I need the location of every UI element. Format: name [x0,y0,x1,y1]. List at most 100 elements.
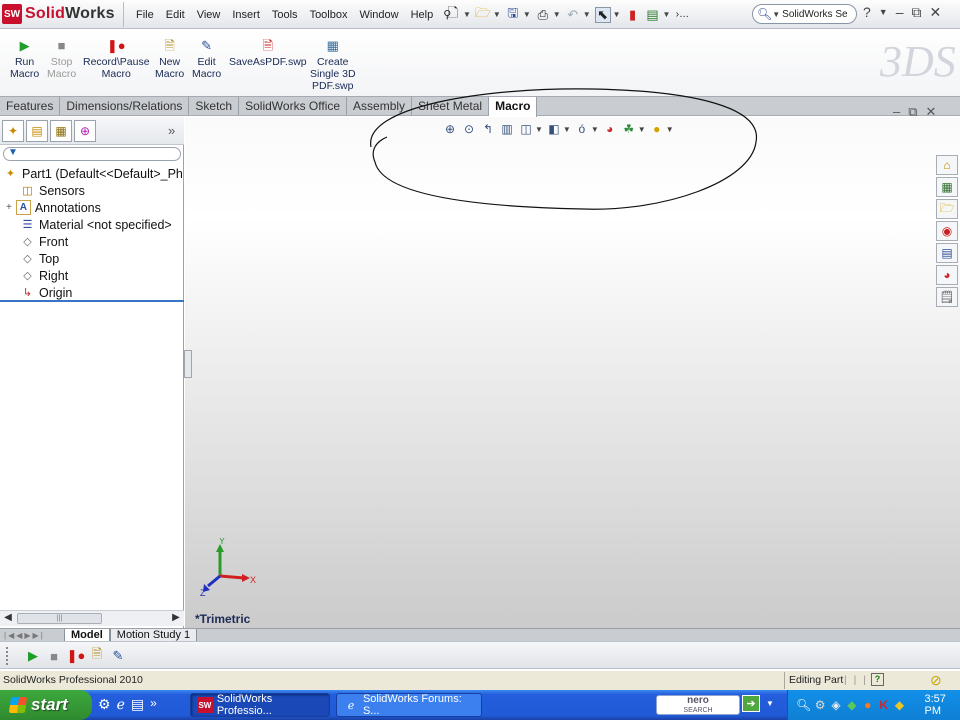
tab-dimensions-relations[interactable]: Dimensions/Relations [60,97,190,115]
featuremanager-tab-icon[interactable]: ✦ [2,119,24,142]
taskbar-item-solidworks-forums[interactable]: ℯ SolidWorks Forums: S... [336,693,482,717]
menu-window[interactable]: Window [353,9,404,21]
design-library-icon[interactable]: ▦ [936,177,958,197]
chevron-down-icon[interactable]: ▼ [493,10,501,19]
document-icon[interactable]: ▤ [131,696,144,713]
tree-item-right-plane[interactable]: ◇ Right [20,267,68,284]
create-single-3d-pdf-button[interactable]: ▦ Create Single 3D PDF.swp [310,39,356,93]
chevron-down-icon[interactable]: ▼ [463,10,471,19]
scroll-right-icon[interactable]: ▶ [169,612,183,625]
quick-launch-app-icon[interactable]: ⚙ [98,696,111,713]
nero-search-box[interactable]: nero SEARCH [656,695,740,715]
record-pause-macro-button[interactable]: ❚● Record\Pause Macro [83,39,150,81]
toolbar-grip-handle[interactable] [6,647,9,665]
run-macro-button[interactable]: ▶ Run Macro [10,39,39,81]
configurationmanager-tab-icon[interactable]: ▦ [50,119,72,142]
search-box[interactable]: 🔍︎ ▼ SolidWorks Se [752,4,857,24]
stop-icon[interactable]: ■ [46,648,62,664]
tab-features[interactable]: Features [0,97,61,115]
minimize-icon[interactable]: – [896,4,904,21]
home-icon[interactable]: ⌂ [936,155,958,175]
sync-tray-icon[interactable]: ◆ [893,697,907,713]
edit-macro-icon[interactable]: ✎ [110,648,126,664]
new-macro-icon[interactable]: 🗎 [89,646,105,664]
options-list-icon[interactable]: ▤ [645,7,661,23]
chevron-down-icon[interactable]: ▼ [772,10,780,19]
menu-help[interactable]: Help [405,9,440,21]
tab-scroll-arrows[interactable]: |◀◀▶▶| [0,631,64,640]
tree-item-origin[interactable]: ↳ Origin [20,284,72,301]
search-results-icon[interactable]: ◉ [936,221,958,241]
chevron-down-icon[interactable]: ▼ [663,10,671,19]
view-palette-icon[interactable]: ▤ [936,243,958,263]
new-macro-button[interactable]: 🗎 New Macro [155,39,184,81]
help-icon[interactable]: ? [863,4,871,21]
select-cursor-icon[interactable]: ⬉ [594,6,611,23]
tree-item-sensors[interactable]: ◫ Sensors [20,182,85,199]
tree-filter-input[interactable]: ▼ [3,147,181,161]
restore-icon[interactable]: ⧉ [912,4,922,21]
dimxpert-tab-icon[interactable]: ⊕ [74,119,96,142]
taskbar-item-solidworks[interactable]: SW SolidWorks Professio... [190,693,330,717]
clock[interactable]: 3:57 PM [924,693,960,717]
quick-launch-chevron[interactable]: » [150,696,157,713]
go-arrow-icon[interactable]: ➔ [742,695,760,712]
tree-item-annotations[interactable]: + A Annotations [6,199,101,216]
chevron-down-icon[interactable]: ▼ [523,10,531,19]
quick-tips-icon[interactable]: ? [871,673,884,686]
scroll-thumb[interactable]: ||| [17,613,102,624]
update-tray-icon[interactable]: ◆ [845,697,859,713]
new-document-icon[interactable]: 🗋 [445,5,461,23]
menu-view[interactable]: View [191,9,227,21]
open-folder-icon[interactable]: 🗁 [475,5,491,23]
scroll-left-icon[interactable]: ◀ [1,612,15,625]
edit-macro-button[interactable]: ✎ Edit Macro [192,39,221,81]
chevron-down-icon[interactable]: ▼ [879,4,888,21]
tree-root-part1[interactable]: ✦ Part1 (Default<<Default>_Ph [3,165,183,182]
tab-solidworks-office[interactable]: SolidWorks Office [239,97,348,115]
chevron-down-icon[interactable]: ▼ [613,10,621,19]
play-icon[interactable]: ▶ [25,648,41,664]
start-button[interactable]: start [0,690,92,720]
menu-toolbox[interactable]: Toolbox [304,9,354,21]
menu-file[interactable]: File [130,9,160,21]
tree-item-material[interactable]: ☰ Material <not specified> [20,216,172,233]
saveaspdf-button[interactable]: 🗎 SaveAsPDF.swp [229,39,307,69]
record-pause-icon[interactable]: ❚● [66,648,86,664]
stop-macro-button[interactable]: ■ Stop Macro [47,39,76,81]
chevron-down-icon[interactable]: ▼ [766,699,774,708]
k-app-tray-icon[interactable]: K [877,697,891,713]
menu-insert[interactable]: Insert [226,9,266,21]
traffic-light-icon[interactable]: ▮ [625,7,641,23]
expand-plus-icon[interactable]: + [6,202,12,213]
nero-go-button[interactable]: ➔ ▼ [742,695,774,712]
solidworks-logo[interactable]: SW SolidWorks [2,3,115,25]
search-icon[interactable]: 🔍︎ [757,7,772,21]
custom-properties-icon[interactable]: 🗒 [936,287,958,307]
tree-item-front-plane[interactable]: ◇ Front [20,233,68,250]
menu-edit[interactable]: Edit [160,9,191,21]
undo-icon[interactable]: ↶ [565,7,581,23]
search-input[interactable]: SolidWorks Se [782,9,847,20]
appearances-icon[interactable]: ◕ [936,265,958,285]
search-tray-icon[interactable]: 🔍︎ [796,697,811,713]
tab-motion-study-1[interactable]: Motion Study 1 [109,628,198,642]
antivirus-tray-icon[interactable]: ● [861,697,875,713]
network-tray-icon[interactable]: ⚙ [813,697,827,713]
chevron-down-icon[interactable]: ▼ [583,10,591,19]
file-explorer-icon[interactable]: 🗁 [936,199,958,219]
more-chevron-icon[interactable]: ›… [674,7,690,23]
save-icon[interactable]: 🖫 [505,5,521,23]
close-icon[interactable]: ✕ [930,4,942,21]
rollback-bar[interactable] [0,300,184,302]
tree-item-top-plane[interactable]: ◇ Top [20,250,59,267]
tab-sketch[interactable]: Sketch [189,97,240,115]
security-tray-icon[interactable]: ◈ [829,697,843,713]
graphics-area[interactable]: ⊕ ⊙ ↰ ▥ ◫ ▼ ◧ ▼ ó ▼ ◕ ☘ ▼ ● ▼ ⌂ ▦ 🗁 ◉ ▤ ◕ 🗒 *… [185,88,960,628]
chevron-down-icon[interactable]: ▼ [553,10,561,19]
menu-tools[interactable]: Tools [266,9,304,21]
propertymanager-tab-icon[interactable]: ▤ [26,119,48,142]
horizontal-scrollbar[interactable]: ◀ ||| ▶ [0,610,184,626]
rebuild-icon[interactable]: ⊘ [930,672,942,689]
tab-model[interactable]: Model [64,628,110,642]
